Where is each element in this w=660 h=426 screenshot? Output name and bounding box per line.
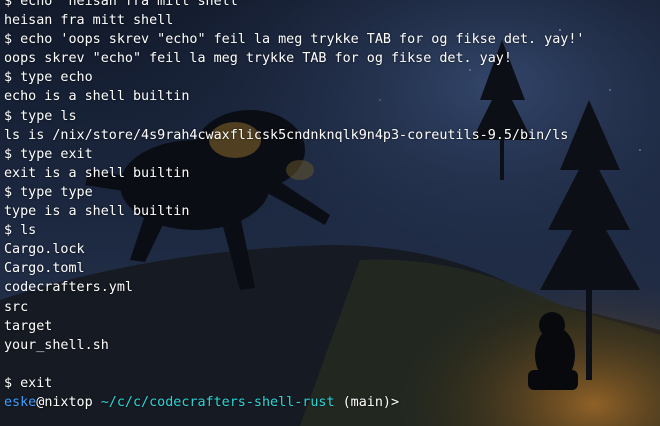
terminal-line: Cargo.toml: [4, 261, 85, 277]
terminal-line: Cargo.lock: [4, 242, 85, 258]
terminal-line: echo is a shell builtin: [4, 89, 190, 105]
terminal-line: oops skrev "echo" feil la meg trykke TAB…: [4, 51, 512, 67]
terminal-line: $ echo 'oops skrev "echo" feil la meg tr…: [4, 32, 585, 48]
shell-prompt[interactable]: eske@nixtop ~/c/c/codecrafters-shell-rus…: [4, 393, 660, 412]
terminal-line: $ type echo: [4, 70, 93, 86]
terminal-line: type is a shell builtin: [4, 204, 190, 220]
prompt-git-branch: (main): [334, 394, 391, 410]
terminal-window[interactable]: $ echo "heisan fra mitt shell" heisan fr…: [0, 0, 660, 426]
terminal-line: src: [4, 299, 29, 315]
terminal-line: $ type exit: [4, 146, 93, 162]
prompt-cwd: ~/c/c/codecrafters-shell-rust: [92, 394, 335, 410]
terminal-line: $ echo "heisan fra mitt shell": [4, 0, 246, 9]
terminal-line: $ exit: [4, 375, 53, 391]
terminal-line: codecrafters.yml: [4, 280, 133, 296]
terminal-line: target: [4, 318, 53, 334]
terminal-line: your_shell.sh: [4, 337, 109, 353]
terminal-line: $ type ls: [4, 108, 77, 124]
prompt-user: eske: [4, 394, 37, 410]
terminal-line: ls is /nix/store/4s9rah4cwaxflicsk5cndnk…: [4, 127, 569, 143]
terminal-line: $ type type: [4, 184, 93, 200]
terminal-line: $ ls: [4, 223, 37, 239]
terminal-line: heisan fra mitt shell: [4, 13, 174, 29]
terminal-line: exit is a shell builtin: [4, 165, 190, 181]
prompt-caret: >: [390, 394, 400, 410]
prompt-host: nixtop: [44, 394, 93, 410]
